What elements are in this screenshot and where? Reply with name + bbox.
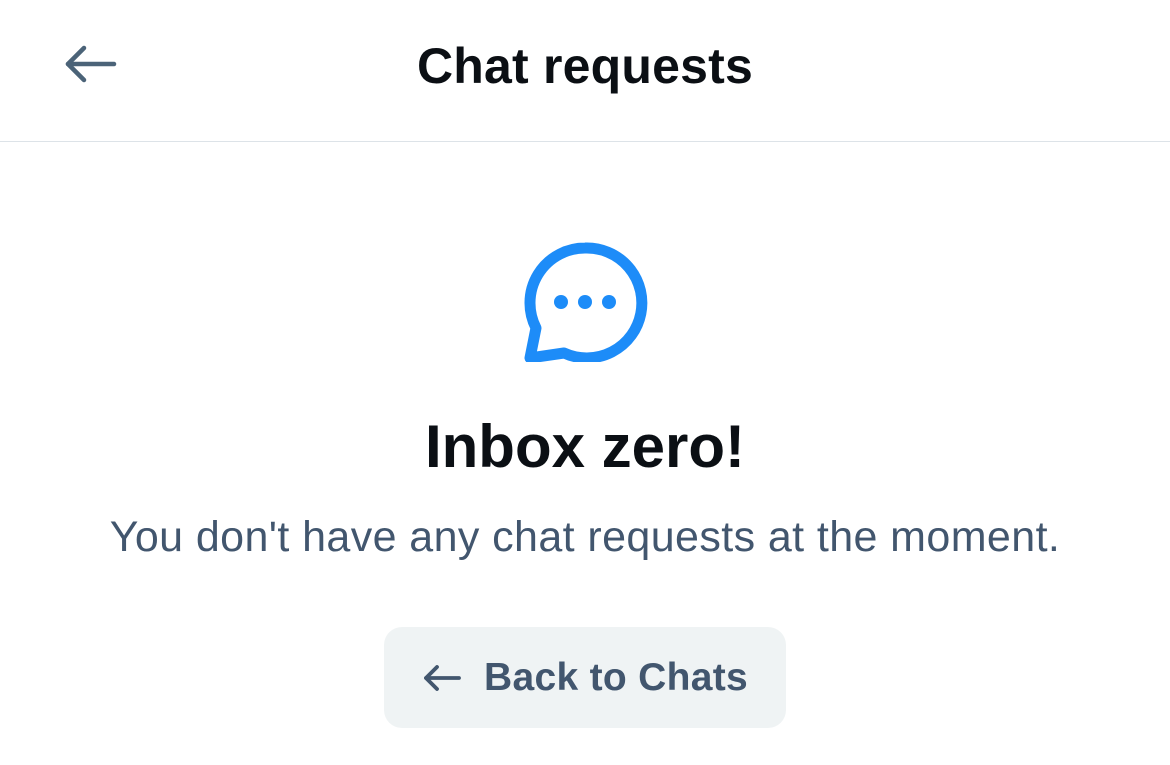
chat-bubble-ellipsis-icon (520, 238, 650, 364)
empty-state-heading: Inbox zero! (424, 413, 745, 480)
empty-state-message: You don't have any chat requests at the … (109, 513, 1061, 561)
page-title: Chat requests (416, 38, 754, 94)
arrow-left-icon (422, 663, 462, 693)
back-to-chats-button[interactable]: Back to Chats (384, 627, 786, 728)
top-app-bar: Chat requests (0, 0, 1170, 142)
back-to-chats-label: Back to Chats (484, 655, 748, 699)
empty-state: Inbox zero! You don't have any chat requ… (0, 142, 1170, 764)
